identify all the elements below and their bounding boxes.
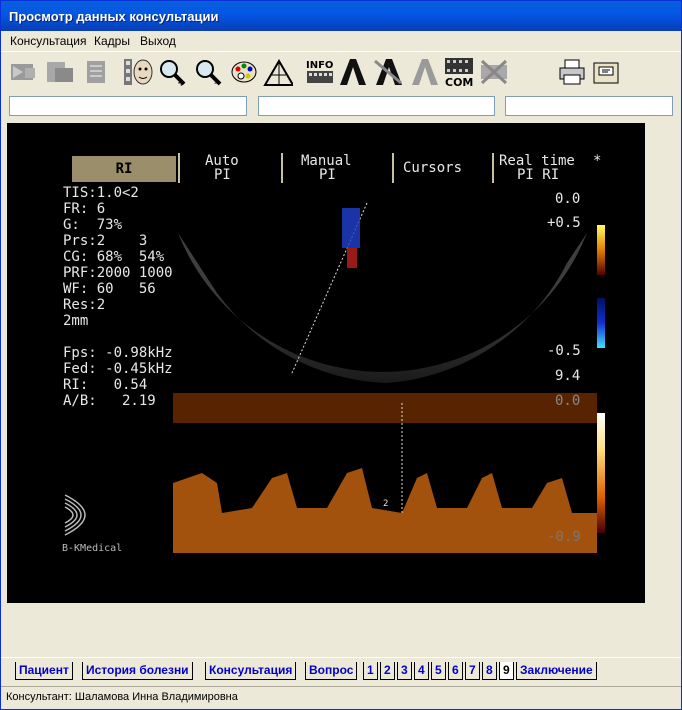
- menu-consultation[interactable]: Консультация: [10, 34, 86, 48]
- patient-field[interactable]: [9, 96, 247, 116]
- scale-low: -0.9: [547, 529, 581, 545]
- status-bar: Консультант: Шаламова Инна Владимировна: [1, 686, 681, 710]
- auto-pi-label-bottom[interactable]: PI: [214, 167, 231, 183]
- sector-image: [178, 233, 587, 383]
- toolbar: + - INFO COM: [1, 52, 681, 92]
- annotate-delete-icon: [412, 59, 438, 85]
- cursor-marker: 2: [383, 499, 389, 509]
- export-button[interactable]: [591, 56, 621, 88]
- measure-fps: Fps: -0.98kHz: [63, 345, 173, 361]
- annotate-a2-button[interactable]: [373, 56, 403, 88]
- menu-frames[interactable]: Кадры: [94, 34, 130, 48]
- measure-fed: Fed: -0.45kHz: [63, 361, 173, 377]
- scale-mid: 0.0: [555, 393, 581, 409]
- annotate-delete-button[interactable]: [409, 56, 439, 88]
- freeze-star: *: [593, 153, 602, 169]
- document-button[interactable]: [45, 56, 75, 88]
- portrait-icon: [124, 59, 153, 85]
- print-button[interactable]: [557, 56, 587, 88]
- param-cg: CG: 68% 54%: [63, 249, 165, 265]
- annotate-a-icon: [340, 59, 366, 85]
- info-label: INFO: [306, 60, 333, 71]
- param-tis: TIS:1.0<2: [63, 185, 139, 201]
- zoom-in-icon: +: [160, 60, 186, 87]
- realtime-label-bottom[interactable]: PI RI: [517, 167, 559, 183]
- scale-top: 0.0: [555, 191, 581, 207]
- measure-ri: RI: 0.54: [63, 377, 148, 393]
- tab-frame-3[interactable]: 3: [397, 662, 412, 680]
- scale-velocity: 9.4: [555, 368, 581, 384]
- portrait-button[interactable]: [123, 56, 153, 88]
- cursors-label[interactable]: Cursors: [403, 160, 462, 176]
- printer-icon: [559, 59, 585, 85]
- clipboard-button[interactable]: [81, 56, 111, 88]
- tab-frame-2[interactable]: 2: [380, 662, 395, 680]
- film-com-icon: COM: [445, 58, 473, 88]
- palette-icon: [231, 61, 257, 83]
- param-gain: G: 73%: [63, 217, 123, 233]
- ultrasound-image[interactable]: RI Auto PI Manual PI Cursors Real time P…: [7, 123, 645, 603]
- document-icon: [47, 62, 73, 82]
- clipboard-icon: [87, 61, 105, 83]
- consultation-window: Просмотр данных консультации Консультаци…: [0, 0, 682, 710]
- param-wf: WF: 60 56: [63, 281, 156, 297]
- info-icon: INFO: [306, 60, 333, 83]
- tab-frame-6[interactable]: 6: [448, 662, 463, 680]
- menu-bar: Консультация Кадры Выход: [1, 31, 681, 52]
- param-res: Res:2: [63, 297, 106, 313]
- tab-frame-1[interactable]: 1: [363, 662, 378, 680]
- com-label: COM: [445, 76, 473, 88]
- film-delete-button[interactable]: [479, 56, 509, 88]
- export-icon: [593, 62, 619, 84]
- ri-button[interactable]: RI: [72, 156, 176, 182]
- tab-conclusion[interactable]: Заключение: [516, 662, 597, 680]
- tab-frame-8[interactable]: 8: [482, 662, 497, 680]
- tab-question[interactable]: Вопрос: [305, 662, 358, 680]
- scale-plus: +0.5: [547, 215, 581, 231]
- annotate-a2-icon: [374, 59, 402, 85]
- zoom-in-button[interactable]: +: [157, 56, 187, 88]
- zoom-out-icon: -: [196, 60, 222, 87]
- doctor-field[interactable]: [258, 96, 495, 116]
- scale-minus: -0.5: [547, 343, 581, 359]
- param-fr: FR: 6: [63, 201, 106, 217]
- param-prs: Prs:2 3: [63, 233, 148, 249]
- film-com-button[interactable]: COM: [443, 56, 473, 88]
- zoom-out-button[interactable]: -: [193, 56, 223, 88]
- tab-frame-9[interactable]: 9: [499, 662, 514, 680]
- tab-history[interactable]: История болезни: [82, 662, 193, 680]
- palette-button[interactable]: [229, 56, 259, 88]
- consultant-status: Консультант: Шаламова Инна Владимировна: [6, 691, 238, 703]
- measure-ab: A/B: 2.19: [63, 393, 156, 409]
- tab-patient[interactable]: Пациент: [15, 662, 73, 680]
- svg-text:-: -: [214, 78, 218, 87]
- date-field[interactable]: [505, 96, 673, 116]
- title-bar[interactable]: Просмотр данных консультации: [1, 1, 681, 31]
- annotate-a-button[interactable]: [337, 56, 367, 88]
- info-button[interactable]: INFO: [305, 56, 335, 88]
- doppler-spectrum: [173, 468, 597, 553]
- scan-icon: [11, 64, 35, 80]
- svg-text:+: +: [177, 78, 185, 87]
- menu-exit[interactable]: Выход: [140, 34, 176, 48]
- tab-frame-7[interactable]: 7: [465, 662, 480, 680]
- param-prf: PRF:2000 1000: [63, 265, 173, 281]
- scan-button[interactable]: [9, 56, 39, 88]
- measure-button[interactable]: [263, 56, 293, 88]
- tabs-bar: Пациент История болезни Консультация Воп…: [1, 657, 681, 684]
- tab-consultation[interactable]: Консультация: [205, 662, 297, 680]
- window-title: Просмотр данных консультации: [9, 9, 219, 24]
- manual-pi-label-bottom[interactable]: PI: [319, 167, 336, 183]
- film-delete-icon: [480, 59, 508, 85]
- tab-frame-4[interactable]: 4: [414, 662, 429, 680]
- brand-text: B-KMedical: [62, 543, 123, 554]
- tab-frame-5[interactable]: 5: [431, 662, 446, 680]
- info-fields: [1, 92, 681, 120]
- brand-logo: [64, 494, 86, 536]
- param-size: 2mm: [63, 313, 89, 329]
- measure-icon: [263, 59, 293, 86]
